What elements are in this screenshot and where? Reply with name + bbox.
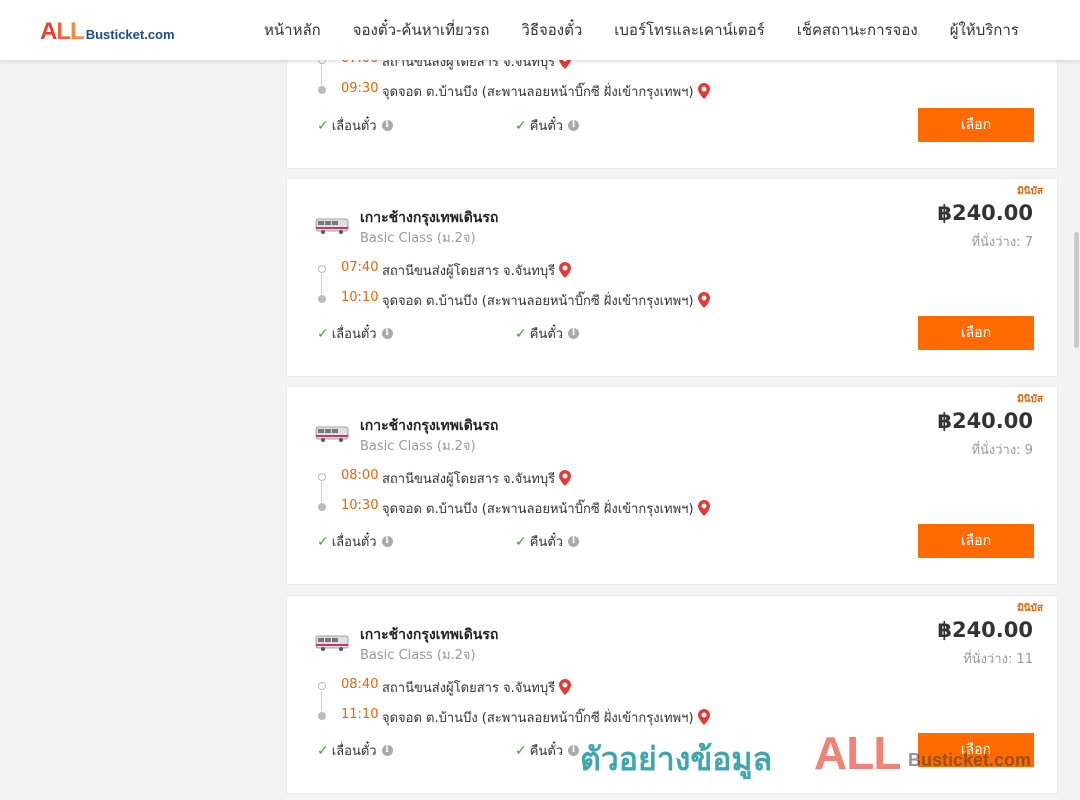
- nav-how-to-book[interactable]: วิธีจองตั๋ว: [505, 18, 598, 42]
- scrollbar-thumb[interactable]: [1074, 232, 1079, 348]
- nav-book-search[interactable]: จองตั๋ว-ค้นหาเที่ยวรถ: [337, 18, 506, 42]
- check-icon: ✓: [317, 117, 329, 134]
- depart-station: สถานีขนส่งผู้โดยสาร จ.จันทบุรี: [382, 260, 572, 281]
- trip-card: มินิบัส เกาะช้างกรุงเทพเดินรถ Basic Clas…: [286, 178, 1058, 377]
- check-icon: ✓: [515, 533, 527, 550]
- check-icon: ✓: [317, 742, 329, 759]
- map-pin-icon[interactable]: [559, 470, 572, 486]
- info-icon[interactable]: i: [381, 328, 393, 339]
- reschedule-feature: ✓ เลื่อนตั๋ว i: [317, 115, 393, 136]
- operator-name: เกาะช้างกรุงเทพเดินรถ: [360, 210, 499, 226]
- bus-operator-logo-icon: [315, 426, 349, 442]
- watermark-text: ตัวอย่างข้อมูล: [580, 740, 773, 778]
- watermark-logo-sub: Busticket.com: [908, 750, 1032, 770]
- operator-name: เกาะช้างกรุงเทพเดินรถ: [360, 627, 499, 643]
- arrive-time: 11:10: [341, 707, 379, 722]
- arrive-station: จุดจอด ต.บ้านบึง (สะพานลอยหน้าบิ๊กซี ฝั่…: [382, 707, 710, 728]
- bus-class: Basic Class (ม.2จ): [360, 648, 476, 663]
- arrive-time: 10:10: [341, 290, 379, 305]
- price: ฿240.00: [937, 409, 1033, 433]
- site-logo[interactable]: ALL Busticket.com: [40, 18, 175, 46]
- refund-feature: ✓ คืนตั๋ว i: [515, 115, 580, 136]
- timeline-line: [321, 274, 322, 294]
- depart-station: สถานีขนส่งผู้โดยสาร จ.จันทบุรี: [382, 677, 572, 698]
- check-icon: ✓: [515, 742, 527, 759]
- check-icon: ✓: [317, 533, 329, 550]
- depart-time: 08:00: [341, 468, 379, 483]
- minibus-badge: มินิบัส: [1017, 186, 1043, 197]
- check-icon: ✓: [515, 325, 527, 342]
- reschedule-feature: ✓ เลื่อนตั๋ว i: [317, 323, 393, 344]
- main-nav: หน้าหลัก จองตั๋ว-ค้นหาเที่ยวรถ วิธีจองตั…: [248, 0, 1035, 60]
- bus-class: Basic Class (ม.2จ): [360, 439, 476, 454]
- select-button[interactable]: เลือก: [918, 108, 1034, 142]
- site-header: ALL Busticket.com หน้าหลัก จองตั๋ว-ค้นหา…: [0, 0, 1080, 60]
- refund-feature: ✓ คืนตั๋ว i: [515, 323, 580, 344]
- arrive-station: จุดจอด ต.บ้านบึง (สะพานลอยหน้าบิ๊กซี ฝั่…: [382, 498, 710, 519]
- reschedule-feature: ✓ เลื่อนตั๋ว i: [317, 531, 393, 552]
- depart-station: สถานีขนส่งผู้โดยสาร จ.จันทบุรี: [382, 468, 572, 489]
- timeline-line: [321, 65, 322, 85]
- seats-available: ที่นั่งว่าง: 9: [971, 443, 1033, 458]
- info-icon[interactable]: i: [381, 120, 393, 131]
- nav-home[interactable]: หน้าหลัก: [248, 18, 337, 42]
- map-pin-icon[interactable]: [697, 709, 710, 725]
- arrive-time: 09:30: [341, 81, 379, 96]
- select-button[interactable]: เลือก: [918, 524, 1034, 558]
- map-pin-icon[interactable]: [559, 679, 572, 695]
- map-pin-icon[interactable]: [559, 262, 572, 278]
- bus-operator-logo-icon: [315, 635, 349, 651]
- logo-sub-text: Busticket.com: [85, 27, 175, 42]
- depart-time: 07:40: [341, 260, 379, 275]
- depart-dot-icon: [318, 682, 326, 690]
- map-pin-icon[interactable]: [697, 500, 710, 516]
- scrollbar-track[interactable]: [1072, 60, 1080, 800]
- minibus-badge: มินิบัส: [1017, 603, 1043, 614]
- seats-available: ที่นั่งว่าง: 7: [971, 235, 1033, 250]
- minibus-badge: มินิบัส: [1017, 394, 1043, 405]
- info-icon[interactable]: i: [568, 745, 580, 756]
- arrive-station: จุดจอด ต.บ้านบึง (สะพานลอยหน้าบิ๊กซี ฝั่…: [382, 290, 710, 311]
- arrive-station: จุดจอด ต.บ้านบึง (สะพานลอยหน้าบิ๊กซี ฝั่…: [382, 81, 710, 102]
- refund-feature: ✓ คืนตั๋ว i: [515, 531, 580, 552]
- bus-class: Basic Class (ม.2จ): [360, 231, 476, 246]
- trip-card: มินิบัส เกาะช้างกรุงเทพเดินรถ Basic Clas…: [286, 386, 1058, 585]
- nav-booking-status[interactable]: เช็คสถานะการจอง: [781, 18, 934, 42]
- seats-available: ที่นั่งว่าง: 11: [963, 652, 1033, 667]
- info-icon[interactable]: i: [568, 536, 580, 547]
- operator-name: เกาะช้างกรุงเทพเดินรถ: [360, 418, 499, 434]
- map-pin-icon[interactable]: [697, 292, 710, 308]
- price: ฿240.00: [937, 201, 1033, 225]
- info-icon[interactable]: i: [381, 536, 393, 547]
- price: ฿240.00: [937, 618, 1033, 642]
- nav-contacts[interactable]: เบอร์โทรและเคาน์เตอร์: [598, 18, 780, 42]
- info-icon[interactable]: i: [568, 328, 580, 339]
- timeline-line: [321, 691, 322, 711]
- arrive-dot-icon: [318, 295, 326, 303]
- arrive-dot-icon: [318, 503, 326, 511]
- check-icon: ✓: [317, 325, 329, 342]
- bus-operator-logo-icon: [315, 218, 349, 234]
- arrive-dot-icon: [318, 86, 326, 94]
- logo-all-text: ALL: [40, 18, 85, 45]
- arrive-dot-icon: [318, 712, 326, 720]
- watermark-logo-all: ALL: [814, 727, 901, 779]
- select-button[interactable]: เลือก: [918, 316, 1034, 350]
- info-icon[interactable]: i: [568, 120, 580, 131]
- depart-dot-icon: [318, 473, 326, 481]
- check-icon: ✓: [515, 117, 527, 134]
- timeline-line: [321, 482, 322, 502]
- info-icon[interactable]: i: [381, 745, 393, 756]
- refund-feature: ✓ คืนตั๋ว i: [515, 740, 580, 761]
- reschedule-feature: ✓ เลื่อนตั๋ว i: [317, 740, 393, 761]
- arrive-time: 10:30: [341, 498, 379, 513]
- map-pin-icon[interactable]: [697, 83, 710, 99]
- nav-operators[interactable]: ผู้ให้บริการ: [934, 18, 1035, 42]
- depart-dot-icon: [318, 265, 326, 273]
- depart-time: 08:40: [341, 677, 379, 692]
